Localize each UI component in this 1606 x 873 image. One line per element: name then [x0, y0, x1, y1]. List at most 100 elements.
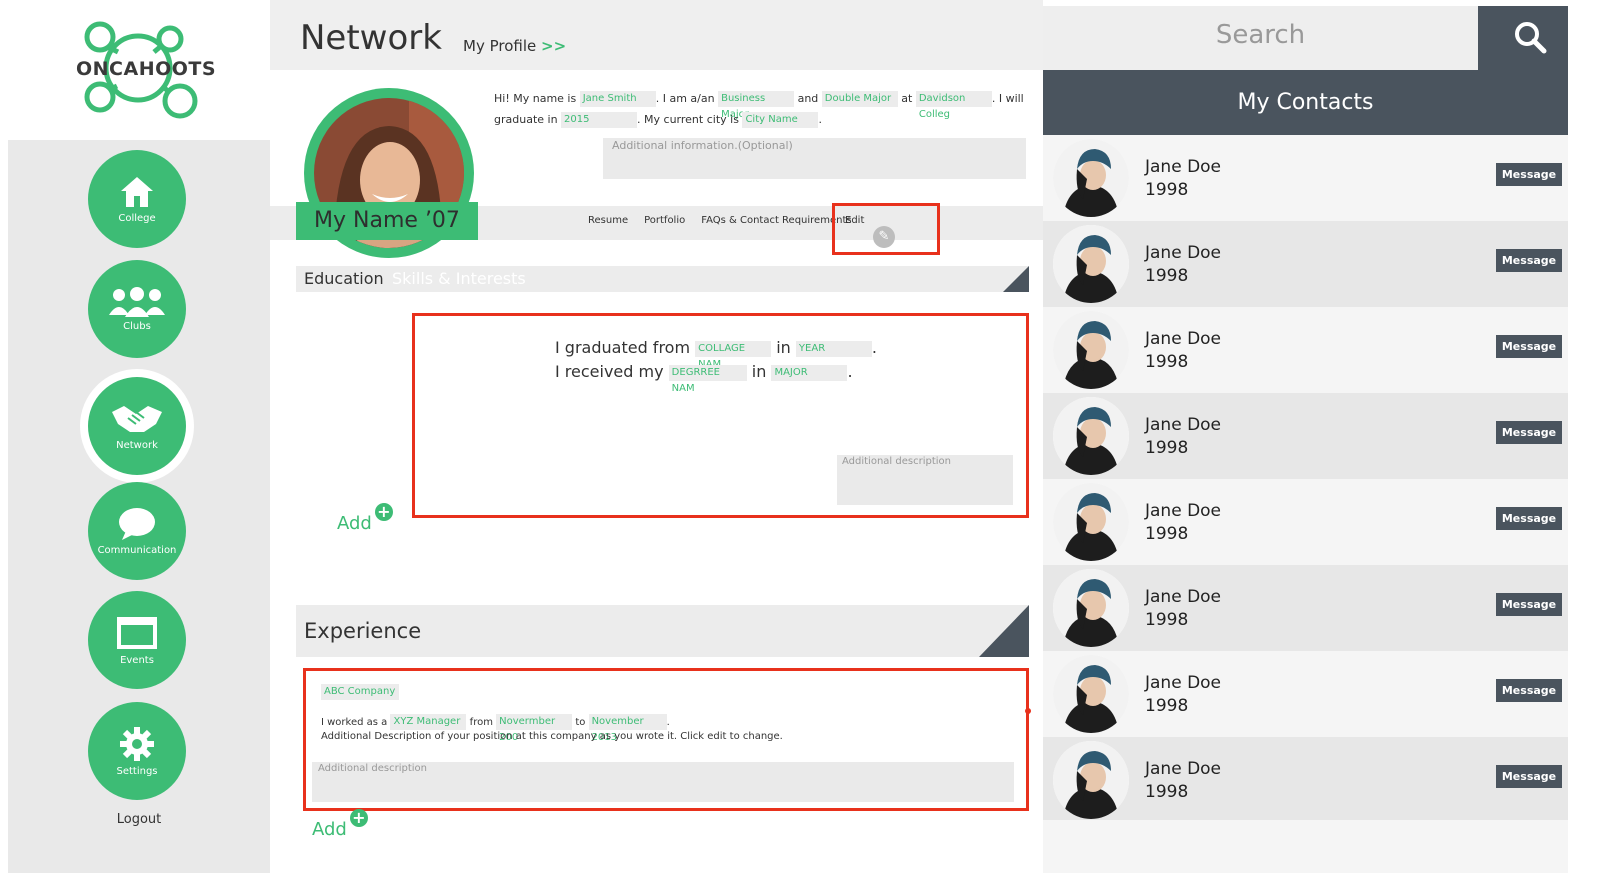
my-profile-label: My Profile	[463, 37, 537, 55]
major-field[interactable]: MAJOR	[771, 364, 848, 381]
sidebar-item-clubs[interactable]: Clubs	[88, 260, 186, 358]
education-text: I graduated from COLLAGE NAM in YEAR. I …	[555, 336, 877, 394]
contacts-filler	[1043, 820, 1568, 873]
contact-row[interactable]: Jane Doe 1998 Message	[1043, 651, 1568, 737]
sidebar-item-events[interactable]: Events	[88, 591, 186, 689]
name-field[interactable]: Jane Smith	[579, 91, 656, 107]
to-date-field[interactable]: November 2013	[588, 714, 667, 743]
page-title: Network	[300, 18, 442, 58]
message-button[interactable]: Message	[1496, 335, 1562, 358]
sidebar-item-settings[interactable]: Settings	[88, 702, 186, 800]
contact-row[interactable]: Jane Doe 1998 Message	[1043, 565, 1568, 651]
double-chevron-right-icon: >>	[541, 37, 567, 55]
contact-name: Jane Doe	[1145, 501, 1222, 521]
exp-text: from	[469, 717, 493, 728]
contact-year: 1998	[1145, 524, 1189, 544]
bio-text: at	[901, 92, 913, 105]
logo-text: ONCAHOOTS	[76, 58, 217, 80]
plus-icon: +	[374, 503, 393, 521]
contact-photo-image	[1053, 225, 1129, 303]
my-profile-link[interactable]: My Profile >>	[463, 37, 566, 55]
college-name-field[interactable]: COLLAGE NAM	[695, 340, 772, 370]
pencil-icon[interactable]: ✎	[873, 226, 895, 248]
bio-text: Hi! My name is	[494, 92, 577, 105]
sidebar-item-network[interactable]: Network	[88, 377, 186, 475]
add-label: Add	[337, 513, 372, 534]
tab-resume[interactable]: Resume	[588, 215, 628, 226]
contact-avatar	[1053, 655, 1129, 733]
contact-row[interactable]: Jane Doe 1998 Message	[1043, 307, 1568, 393]
contact-row[interactable]: Jane Doe 1998 Message	[1043, 393, 1568, 479]
company-field[interactable]: ABC Company	[321, 684, 399, 700]
message-button[interactable]: Message	[1496, 421, 1562, 444]
search-button[interactable]	[1478, 6, 1568, 70]
edit-highlight[interactable]: Edit ✎	[832, 203, 940, 255]
message-button[interactable]: Message	[1496, 163, 1562, 186]
sidebar-item-label: Network	[116, 439, 158, 451]
contact-avatar	[1053, 483, 1129, 561]
additional-info-input[interactable]: Additional information.(Optional)	[603, 138, 1026, 179]
experience-description-input[interactable]: Additional description	[312, 762, 1014, 802]
contact-avatar	[1053, 569, 1129, 647]
sidebar-item-label: Events	[120, 654, 154, 666]
message-button[interactable]: Message	[1496, 765, 1562, 788]
sidebar-item-college[interactable]: College	[88, 150, 186, 248]
double-major-field[interactable]: Double Major	[821, 91, 898, 107]
contact-name: Jane Doe	[1145, 243, 1222, 263]
contact-row[interactable]: Jane Doe 1998 Message	[1043, 135, 1568, 221]
contact-year: 1998	[1145, 696, 1189, 716]
contact-photo-image	[1053, 741, 1129, 819]
message-button[interactable]: Message	[1496, 593, 1562, 616]
contact-year: 1998	[1145, 352, 1189, 372]
sidebar-item-communication[interactable]: Communication	[88, 482, 186, 580]
college-field[interactable]: Davidson Colleg	[915, 91, 992, 120]
logout-link[interactable]: Logout	[8, 812, 270, 827]
education-description-input[interactable]: Additional description	[837, 455, 1013, 505]
contact-year: 1998	[1145, 180, 1189, 200]
bio-text: and	[797, 92, 819, 105]
contact-avatar	[1053, 397, 1129, 475]
sidebar: College Clubs Network Communication Even…	[8, 140, 270, 873]
tab-portfolio[interactable]: Portfolio	[644, 215, 685, 226]
major-field[interactable]: Business Major	[718, 91, 795, 120]
contact-row[interactable]: Jane Doe 1998 Message	[1043, 221, 1568, 307]
contact-year: 1998	[1145, 610, 1189, 630]
tab-faqs-contact-requirements[interactable]: FAQs & Contact Requirements	[701, 215, 851, 226]
add-education-button[interactable]: Add+	[337, 503, 393, 534]
exp-text: to	[575, 717, 586, 728]
add-experience-button[interactable]: Add+	[312, 809, 368, 840]
exp-text: .	[666, 717, 670, 728]
from-date-field[interactable]: Novermber 200	[496, 714, 573, 743]
degree-name-field[interactable]: DEGRREE NAM	[668, 364, 747, 394]
message-button[interactable]: Message	[1496, 507, 1562, 530]
sidebar-item-label: Settings	[116, 765, 158, 777]
graduation-year-field[interactable]: 2015	[561, 112, 638, 128]
message-button[interactable]: Message	[1496, 249, 1562, 272]
position-field[interactable]: XYZ Manager	[390, 714, 467, 730]
contact-row[interactable]: Jane Doe 1998 Message	[1043, 479, 1568, 565]
logo[interactable]: ONCAHOOTS	[8, 0, 270, 140]
edit-label: Edit	[845, 215, 865, 226]
experience-entry: ABC Company I worked as a XYZ Manager fr…	[303, 668, 1031, 811]
contact-avatar	[1053, 311, 1129, 389]
year-field[interactable]: YEAR	[795, 340, 872, 357]
bio-text: . My current city is	[637, 113, 739, 126]
profile-name-banner: My Name ’07	[296, 202, 478, 240]
contacts-list: Jane Doe 1998 Message Jane Doe 1998 Message Ja…	[1043, 135, 1568, 823]
message-button[interactable]: Message	[1496, 679, 1562, 702]
experience-header: Experience	[296, 605, 1029, 657]
contact-name: Jane Doe	[1145, 759, 1222, 779]
city-field[interactable]: City Name	[742, 112, 819, 128]
contact-photo-image	[1053, 483, 1129, 561]
contacts-title: My Contacts	[1043, 70, 1568, 135]
profile-bio: Hi! My name is Jane Smith. I am a/an Bus…	[494, 88, 1024, 130]
contact-row[interactable]: Jane Doe 1998 Message	[1043, 737, 1568, 823]
contact-photo-image	[1053, 139, 1129, 217]
contact-year: 1998	[1145, 782, 1189, 802]
search-input[interactable]: Search	[1043, 6, 1478, 70]
tab-education[interactable]: Education	[304, 269, 384, 288]
contact-name: Jane Doe	[1145, 673, 1222, 693]
handshake-icon	[112, 405, 162, 432]
experience-line: I worked as a XYZ Manager from Novermber…	[321, 714, 670, 743]
tab-skills-interests[interactable]: Skills & Interests	[392, 269, 526, 288]
